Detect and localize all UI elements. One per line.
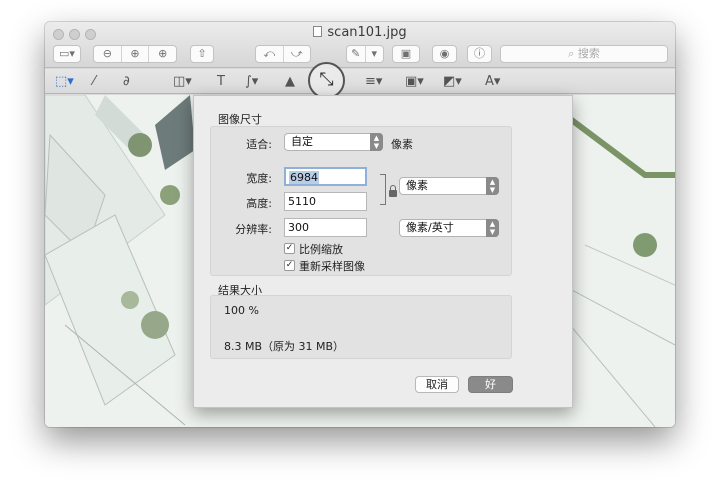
toolbox-icon: ▣ (400, 47, 412, 60)
preview-window: scan101.jpg ▭▾ ⊖ ⊕ ⊕ ⇧ ⤺ ⤻ ✎ ▾ ▣ ◉ ⓘ ⌕ 搜… (45, 22, 675, 427)
resolution-value: 300 (288, 221, 309, 234)
resolution-unit-popup[interactable]: 像素/英寸 ▲ ▼ (399, 219, 499, 237)
fit-value: 自定 (291, 135, 313, 148)
share-button[interactable]: ⇧ (190, 45, 214, 63)
rect-select-icon[interactable]: ⬚▾ (55, 73, 74, 90)
zoom-out-icon[interactable]: ⊖ (94, 46, 122, 62)
checkmark-icon: ✓ (285, 260, 294, 270)
dimension-unit-value: 像素 (406, 179, 428, 192)
fit-unit: 像素 (391, 138, 413, 151)
scale-proportionally-label: 比例缩放 (299, 243, 343, 256)
popup-arrows-icon: ▲ ▼ (486, 177, 499, 195)
width-label: 宽度: (246, 172, 272, 185)
popup-arrows-icon: ▲ ▼ (370, 133, 383, 151)
inspector-button[interactable]: ⓘ (467, 45, 492, 63)
stamp-icon: ◉ (439, 47, 450, 60)
search-placeholder: 搜索 (577, 47, 600, 60)
dimension-unit-popup[interactable]: 像素 ▲ ▼ (399, 177, 499, 195)
result-percent: 100 % (224, 304, 259, 317)
zoom-controls: ⊖ ⊕ ⊕ (93, 45, 177, 63)
rotate-right-icon[interactable]: ⤻ (284, 46, 311, 62)
height-field[interactable]: 5110 (284, 192, 367, 211)
cancel-button[interactable]: 取消 (415, 376, 459, 393)
rotate-controls: ⤺ ⤻ (255, 45, 311, 63)
line-style-icon[interactable]: ≡▾ (365, 73, 382, 90)
markup-toolbar: ⬚▾ ⁄ ∂ ◫▾ T ∫▾ ▲ ≡▾ ▣▾ ◩▾ A▾ (45, 69, 675, 94)
stamp-button[interactable]: ◉ (432, 45, 457, 63)
highlight-button[interactable]: ✎ ▾ (346, 45, 384, 63)
document-icon (313, 26, 323, 37)
share-icon: ⇧ (197, 47, 207, 60)
sketch-icon[interactable]: ∂ (123, 73, 130, 90)
magic-wand-icon[interactable]: ⁄ (93, 73, 95, 90)
resize-icon[interactable]: ⤡ (308, 62, 345, 99)
chevron-down-icon: ▾ (371, 47, 378, 60)
border-color-icon[interactable]: ▣▾ (405, 73, 424, 90)
search-input[interactable]: ⌕ 搜索 (500, 45, 668, 63)
sidebar-button[interactable]: ▭▾ (53, 45, 81, 63)
rotate-left-icon[interactable]: ⤺ (256, 46, 284, 62)
width-field[interactable]: 6984 (284, 167, 367, 186)
height-value: 5110 (288, 195, 316, 208)
section-image-size: 图像尺寸 (218, 113, 262, 126)
popup-arrows-icon: ▲ ▼ (486, 219, 499, 237)
checkmark-icon: ✓ (285, 243, 294, 253)
proportion-bracket (380, 174, 386, 205)
shapes-icon[interactable]: ◫▾ (173, 73, 192, 90)
signature-icon[interactable]: ∫▾ (245, 73, 258, 90)
info-icon: ⓘ (474, 47, 485, 60)
resample-image-label: 重新采样图像 (299, 260, 365, 273)
ok-button[interactable]: 好 (468, 376, 513, 393)
font-icon[interactable]: A▾ (485, 73, 500, 90)
zoom-to-fit-icon[interactable]: ⊕ (122, 46, 150, 62)
markup-toolbar-button[interactable]: ▣ (392, 45, 420, 63)
sidebar-icon: ▭▾ (59, 47, 75, 60)
resample-image-checkbox[interactable]: ✓ (284, 260, 295, 271)
fill-color-icon[interactable]: ◩▾ (443, 73, 462, 90)
adjust-size-sheet: 图像尺寸 适合: 自定 ▲ ▼ 像素 宽度: 6984 高度: 5110 像素 ▲… (193, 95, 573, 408)
window-title-text: scan101.jpg (327, 25, 407, 40)
fit-popup[interactable]: 自定 ▲ ▼ (284, 133, 383, 151)
result-size: 8.3 MB（原为 31 MB） (224, 340, 345, 353)
resolution-unit-value: 像素/英寸 (406, 221, 454, 234)
width-value: 6984 (289, 171, 319, 184)
zoom-in-icon[interactable]: ⊕ (149, 46, 176, 62)
lock-icon (389, 185, 397, 197)
fit-label: 适合: (246, 138, 272, 151)
search-icon: ⌕ (568, 47, 578, 60)
resolution-field[interactable]: 300 (284, 218, 367, 237)
resolution-label: 分辨率: (235, 223, 272, 236)
window-title: scan101.jpg (45, 25, 675, 40)
text-icon[interactable]: T (217, 73, 225, 90)
pen-icon: ✎ (347, 46, 366, 62)
adjust-color-icon[interactable]: ▲ (285, 73, 295, 90)
scale-proportionally-checkbox[interactable]: ✓ (284, 243, 295, 254)
height-label: 高度: (246, 197, 272, 210)
title-bar: scan101.jpg ▭▾ ⊖ ⊕ ⊕ ⇧ ⤺ ⤻ ✎ ▾ ▣ ◉ ⓘ ⌕ 搜… (45, 22, 675, 68)
